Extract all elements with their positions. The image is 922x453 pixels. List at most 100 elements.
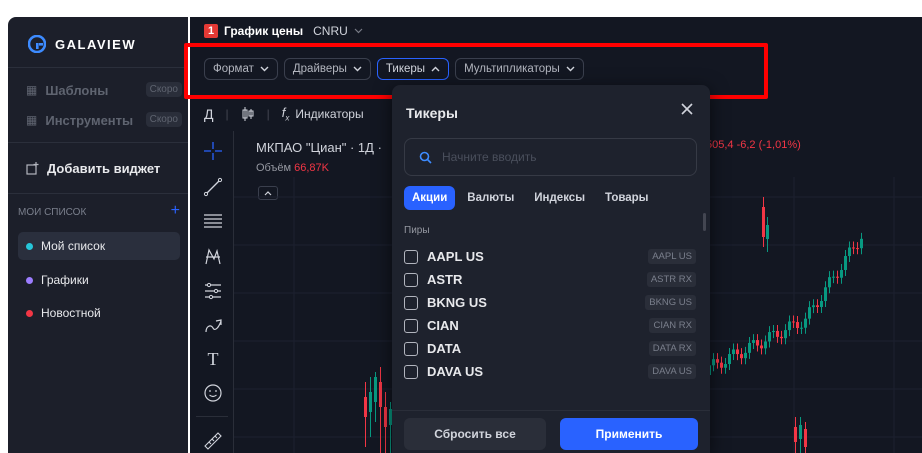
tab-stocks[interactable]: Акции <box>404 186 456 210</box>
search-icon <box>419 151 432 164</box>
search-input[interactable] <box>442 150 672 164</box>
candle-body <box>768 332 771 342</box>
candle-body <box>796 322 799 329</box>
chart-tab-bar: 1 График цены CNRU <box>190 17 922 45</box>
candle-body <box>364 397 367 417</box>
grid-icon: ▦ <box>26 113 38 127</box>
chart-ticker[interactable]: CNRU <box>313 24 348 38</box>
ticker-row[interactable]: BKNG US BKNG US <box>404 291 698 314</box>
galaview-logo-icon <box>28 35 46 53</box>
price-change: 505,4 -6,2 (-1,01%) <box>706 139 801 151</box>
ticker-row[interactable]: AAPL US AAPL US <box>404 245 698 268</box>
watchlist-label: Графики <box>41 273 89 287</box>
ticker-checkbox[interactable] <box>404 318 418 333</box>
ticker-row[interactable]: DAVA US DAVA US <box>404 360 698 383</box>
ticker-checkbox[interactable] <box>404 249 418 264</box>
watchlist-color-dot <box>26 309 33 317</box>
reset-button[interactable]: Сбросить все <box>404 418 546 450</box>
candle-body <box>748 342 751 353</box>
candle-body <box>824 287 827 301</box>
candle-body <box>816 305 819 308</box>
sidebar-divider <box>8 193 188 194</box>
asset-tabs: Акции Валюты Индексы Товары <box>404 186 657 210</box>
candle-body <box>756 340 759 346</box>
watchlist-header-label: МОИ СПИСОК <box>18 206 87 218</box>
grid-icon: ▦ <box>26 83 38 97</box>
candle-type-icon[interactable] <box>241 106 255 122</box>
tab-indices[interactable]: Индексы <box>526 186 593 210</box>
candle-body <box>860 238 863 249</box>
modal-title: Тикеры <box>406 105 458 121</box>
logo[interactable]: GALAVIEW <box>28 35 136 53</box>
add-list-button[interactable]: + <box>171 202 180 220</box>
volume-label: Объём <box>256 162 292 174</box>
ticker-row[interactable]: DATA DATA RX <box>404 337 698 360</box>
scrollbar[interactable] <box>703 213 706 231</box>
emoji-icon[interactable] <box>203 383 223 403</box>
candle-body <box>732 349 735 355</box>
candle-body <box>812 305 815 308</box>
ticker-code: CIAN RX <box>649 318 696 333</box>
trend-line-icon[interactable] <box>203 177 223 197</box>
candle-body <box>772 330 775 333</box>
close-icon[interactable] <box>678 100 696 118</box>
ticker-checkbox[interactable] <box>404 364 418 379</box>
chart-tab-number: 1 <box>204 24 218 38</box>
candle-body <box>792 321 795 323</box>
toolbar-divider <box>196 416 228 417</box>
ticker-checkbox[interactable] <box>404 341 418 356</box>
ticker-row[interactable]: CIAN CIAN RX <box>404 314 698 337</box>
brush-icon[interactable] <box>203 315 223 335</box>
pattern-icon[interactable] <box>203 247 223 267</box>
tab-commodities[interactable]: Товары <box>597 186 656 210</box>
sidebar-divider <box>8 67 188 68</box>
watchlist-color-dot <box>26 276 33 284</box>
sidebar-item-tools[interactable]: ▦ Инструменты Скоро <box>8 105 188 135</box>
candle-body <box>712 359 715 366</box>
ticker-code: DAVA US <box>648 364 696 379</box>
watchlist-item-news[interactable]: Новостной <box>18 299 180 327</box>
candle-body <box>836 276 839 278</box>
candle-body <box>762 207 765 237</box>
indicators-button[interactable]: fx Индикаторы <box>282 105 364 123</box>
candle-body <box>776 330 779 337</box>
add-widget-icon <box>26 161 39 175</box>
candle-body <box>800 327 803 329</box>
candle-body <box>808 307 811 319</box>
chevron-down-icon[interactable] <box>354 28 363 34</box>
ticker-checkbox[interactable] <box>404 295 418 310</box>
tab-currencies[interactable]: Валюты <box>459 186 522 210</box>
ticker-row[interactable]: ASTR ASTR RX <box>404 268 698 291</box>
interval-button[interactable]: Д <box>204 106 213 122</box>
watchlist-item-my[interactable]: Мой список <box>18 232 180 260</box>
watchlist-header: МОИ СПИСОК + <box>8 202 188 222</box>
chart-tab-title[interactable]: График цены <box>224 24 303 38</box>
ticker-checkbox[interactable] <box>404 272 418 287</box>
candle-body <box>716 359 719 363</box>
candle-body <box>740 354 743 359</box>
add-widget-button[interactable]: Добавить виджет <box>8 153 188 183</box>
crosshair-icon[interactable] <box>203 141 223 161</box>
ruler-icon[interactable] <box>203 431 223 451</box>
sidebar-item-label: Шаблоны <box>45 82 109 98</box>
candle-body <box>784 330 787 339</box>
candle-body <box>724 364 727 368</box>
forecast-icon[interactable] <box>203 281 223 301</box>
soon-badge: Скоро <box>145 82 182 97</box>
fib-lines-icon[interactable] <box>203 211 223 231</box>
candle-body <box>794 427 797 442</box>
watchlist-color-dot <box>26 242 33 250</box>
ticker-search <box>404 138 697 176</box>
add-widget-label: Добавить виджет <box>47 160 161 176</box>
ticker-name: DATA <box>427 341 462 356</box>
ticker-name: ASTR <box>427 272 463 287</box>
candle-body <box>369 392 372 412</box>
apply-button[interactable]: Применить <box>560 418 698 450</box>
candle-body <box>384 407 387 427</box>
sidebar-item-label: Инструменты <box>45 112 134 128</box>
tickers-modal: Тикеры Акции Валюты Индексы Товары Пиры … <box>392 85 710 453</box>
candle-body <box>844 256 847 271</box>
text-tool-icon[interactable]: T <box>203 349 223 369</box>
sidebar-item-templates[interactable]: ▦ Шаблоны Скоро <box>8 75 188 105</box>
watchlist-item-charts[interactable]: Графики <box>18 266 180 294</box>
